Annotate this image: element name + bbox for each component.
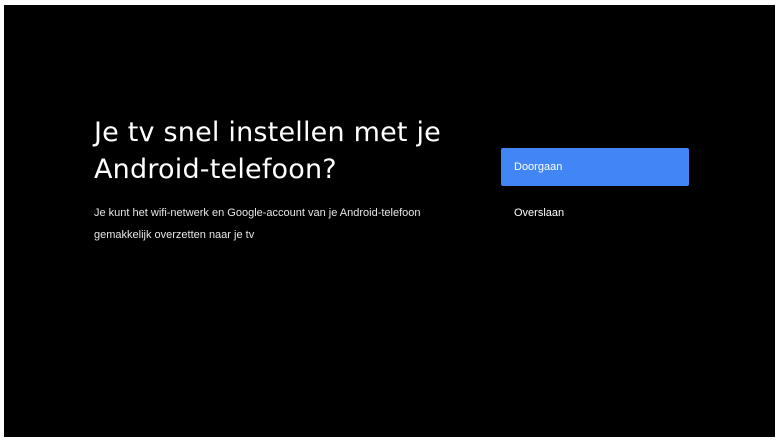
title-line-2: Android-telefoon? — [94, 154, 337, 185]
continue-button-label: Doorgaan — [514, 161, 563, 173]
page-title: Je tv snel instellen met je Android-tele… — [94, 114, 474, 188]
tv-setup-screen: Je tv snel instellen met je Android-tele… — [4, 5, 775, 437]
continue-button[interactable]: Doorgaan — [501, 148, 689, 186]
skip-button[interactable]: Overslaan — [501, 194, 689, 232]
title-line-1: Je tv snel instellen met je — [94, 117, 441, 148]
description-line-1: Je kunt het wifi-netwerk en Google-accou… — [94, 207, 421, 219]
description-line-2: gemakkelijk overzetten naar je tv — [94, 229, 255, 241]
page-description: Je kunt het wifi-netwerk en Google-accou… — [94, 202, 464, 246]
skip-button-label: Overslaan — [514, 207, 565, 219]
